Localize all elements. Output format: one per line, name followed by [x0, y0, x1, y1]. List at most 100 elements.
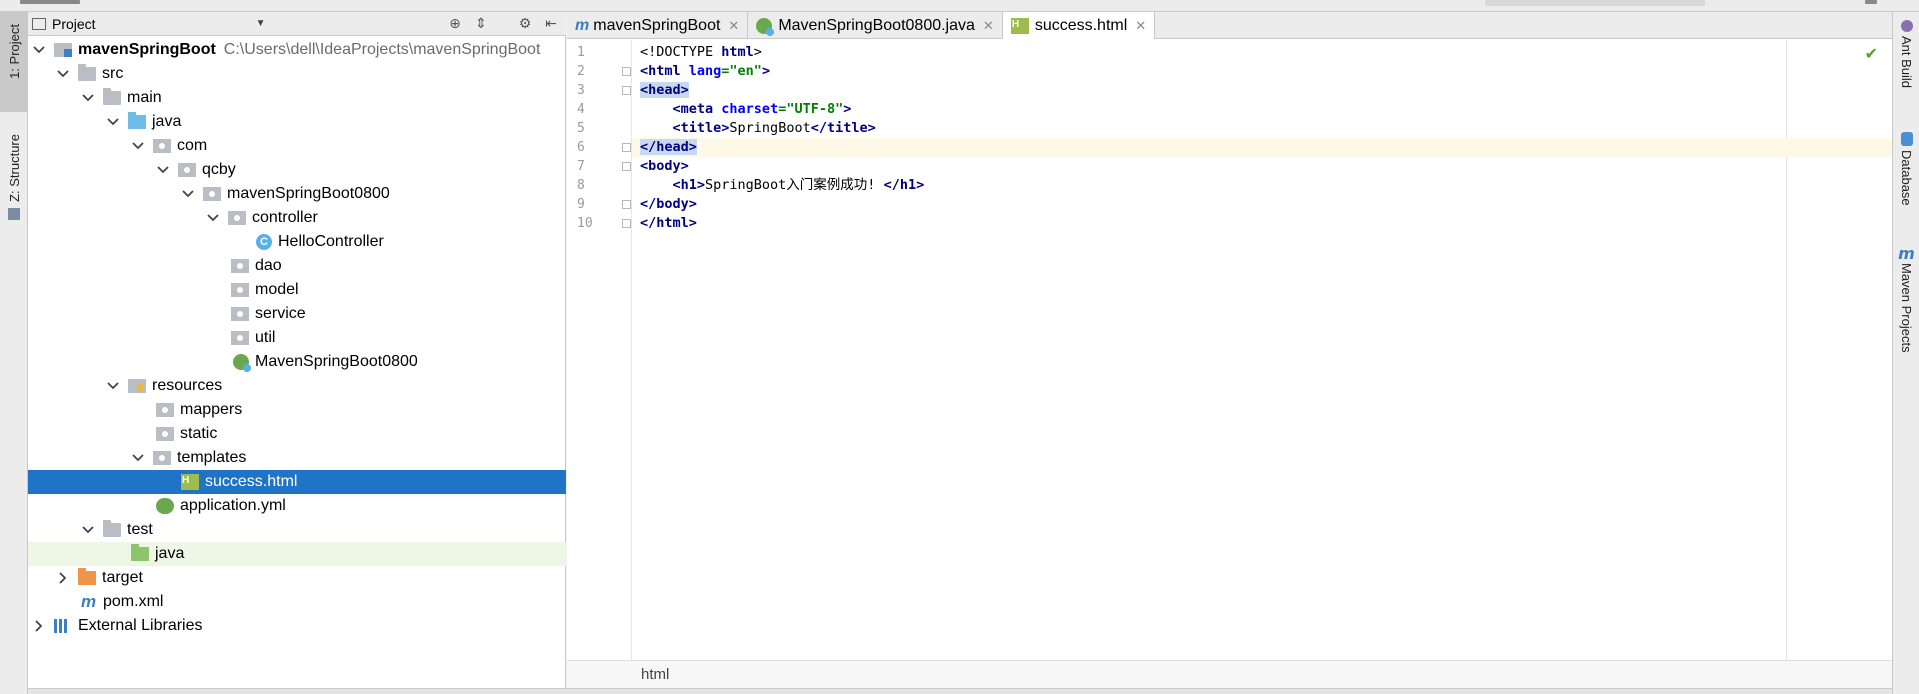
separator [498, 15, 508, 33]
code-line-7: <body> [640, 158, 689, 174]
tree-item-label: service [255, 305, 306, 322]
fold-marker-icon[interactable] [622, 143, 631, 152]
gear-icon[interactable]: ⚙ [516, 15, 534, 33]
chevron-down-icon: ▼ [255, 18, 266, 29]
code-line-9: </body> [640, 196, 697, 212]
tree-item-label: src [102, 65, 124, 82]
tree-item-package[interactable]: mavenSpringBoot0800 [28, 182, 566, 206]
tree-item-external-libraries[interactable]: External Libraries [28, 614, 566, 638]
tree-item-label: qcby [202, 161, 236, 178]
tree-item-root-path: C:\Users\dell\IdeaProjects\mavenSpringBo… [223, 41, 541, 58]
line-number: 9 [577, 197, 585, 212]
tree-item-qcby[interactable]: qcby [28, 158, 566, 182]
tree-item-util[interactable]: util [28, 326, 566, 350]
maven-icon: m [81, 592, 97, 611]
chevron-down-icon[interactable] [56, 67, 70, 81]
tree-item-label: model [255, 281, 299, 298]
line-number: 7 [577, 159, 585, 174]
database-tool-tab[interactable]: Database [1893, 132, 1919, 232]
tab-maven-spring-boot-0800-java[interactable]: MavenSpringBoot0800.java ✕ [748, 12, 1003, 39]
chevron-down-icon[interactable] [131, 139, 145, 153]
project-view-selector[interactable]: Project ▼ [32, 16, 265, 32]
tree-item-target[interactable]: target [28, 566, 566, 590]
tab-success-html[interactable]: success.html ✕ [1002, 12, 1156, 39]
tree-item-application-yml[interactable]: application.yml [28, 494, 566, 518]
tree-item-src[interactable]: src [28, 62, 566, 86]
tree-item-label: com [177, 137, 208, 154]
ant-icon [1900, 20, 1913, 32]
package-icon [178, 163, 196, 177]
chevron-down-icon[interactable] [206, 211, 220, 225]
ant-build-tool-tab[interactable]: Ant Build [1893, 20, 1919, 120]
tree-item-model[interactable]: model [28, 278, 566, 302]
tree-item-controller[interactable]: controller [28, 206, 566, 230]
maven-icon: m [575, 16, 590, 34]
chevron-down-icon[interactable] [32, 43, 46, 57]
tree-item-success-html[interactable]: success.html [28, 470, 566, 494]
code-line-3: <head> [640, 82, 689, 98]
tree-item-app-class[interactable]: MavenSpringBoot0800 [28, 350, 566, 374]
chevron-right-icon[interactable] [32, 619, 46, 633]
chevron-down-icon[interactable] [81, 523, 95, 537]
code-editor[interactable]: ✔ <!DOCTYPE html> <html lang="en"> <head… [632, 40, 1892, 660]
chevron-down-icon[interactable] [156, 163, 170, 177]
chevron-down-icon[interactable] [131, 451, 145, 465]
fold-marker-icon[interactable] [622, 162, 631, 171]
tree-item-test[interactable]: test [28, 518, 566, 542]
collapse-all-icon[interactable]: ⇕ [472, 15, 490, 33]
tree-item-com[interactable]: com [28, 134, 566, 158]
tree-item-hello-controller[interactable]: C HelloController [28, 230, 566, 254]
structure-tool-tab[interactable]: Z: Structure [0, 130, 28, 240]
project-tree: mavenSpringBoot C:\Users\dell\IdeaProjec… [28, 38, 566, 638]
tab-maven-spring-boot[interactable]: m mavenSpringBoot ✕ [567, 12, 749, 39]
tree-item-service[interactable]: service [28, 302, 566, 326]
locate-icon[interactable]: ⊕ [446, 15, 464, 33]
folder-icon [103, 88, 121, 105]
tree-item-pom[interactable]: m pom.xml [28, 590, 566, 614]
hide-panel-icon[interactable]: ⇤ [542, 15, 560, 33]
tree-item-label: External Libraries [78, 617, 203, 634]
close-icon[interactable]: ✕ [1135, 18, 1146, 34]
chevron-right-icon[interactable] [56, 571, 70, 585]
fold-marker-icon[interactable] [622, 219, 631, 228]
resources-folder-icon [128, 379, 146, 393]
project-view-label: Project [52, 15, 96, 32]
maven-projects-tool-tab[interactable]: m Maven Projects [1893, 244, 1919, 394]
tree-item-dao[interactable]: dao [28, 254, 566, 278]
folder-icon [103, 520, 121, 537]
project-tool-tab[interactable]: 1: Project [0, 12, 28, 112]
tab-label: success.html [1034, 16, 1128, 34]
breadcrumb-item-html[interactable]: html [641, 666, 669, 683]
code-line-10: </html> [640, 215, 697, 231]
chevron-down-icon[interactable] [181, 187, 195, 201]
tree-item-test-java[interactable]: java [28, 542, 566, 566]
fold-marker-icon[interactable] [622, 200, 631, 209]
tree-item-main[interactable]: main [28, 86, 566, 110]
tab-label: mavenSpringBoot [593, 16, 721, 34]
tree-item-mappers[interactable]: mappers [28, 398, 566, 422]
line-number: 1 [577, 45, 585, 60]
tree-item-root[interactable]: mavenSpringBoot C:\Users\dell\IdeaProjec… [28, 38, 566, 62]
close-icon[interactable]: ✕ [983, 18, 994, 34]
chevron-down-icon[interactable] [81, 91, 95, 105]
ant-build-tab-label: Ant Build [1899, 36, 1914, 89]
close-icon[interactable]: ✕ [728, 18, 739, 34]
project-view-icon [32, 17, 46, 30]
chevron-down-icon[interactable] [106, 379, 120, 393]
tree-item-static[interactable]: static [28, 422, 566, 446]
fold-marker-icon[interactable] [622, 86, 631, 95]
ide-window: 1: Project Z: Structure Project ▼ ⊕ ⇕ ⚙ … [0, 0, 1919, 694]
fold-marker-icon[interactable] [622, 67, 631, 76]
tree-item-label: pom.xml [103, 593, 164, 610]
tree-item-label: resources [152, 377, 223, 394]
tree-item-label: util [255, 329, 276, 346]
top-toolbar-strip [0, 0, 1919, 12]
tab-label: MavenSpringBoot0800.java [778, 16, 975, 34]
package-icon [228, 211, 246, 225]
tree-item-resources[interactable]: resources [28, 374, 566, 398]
tree-item-templates[interactable]: templates [28, 446, 566, 470]
excluded-folder-icon [78, 568, 96, 585]
editor-tab-bar: m mavenSpringBoot ✕ MavenSpringBoot0800.… [567, 12, 1892, 39]
tree-item-java[interactable]: java [28, 110, 566, 134]
chevron-down-icon[interactable] [106, 115, 120, 129]
